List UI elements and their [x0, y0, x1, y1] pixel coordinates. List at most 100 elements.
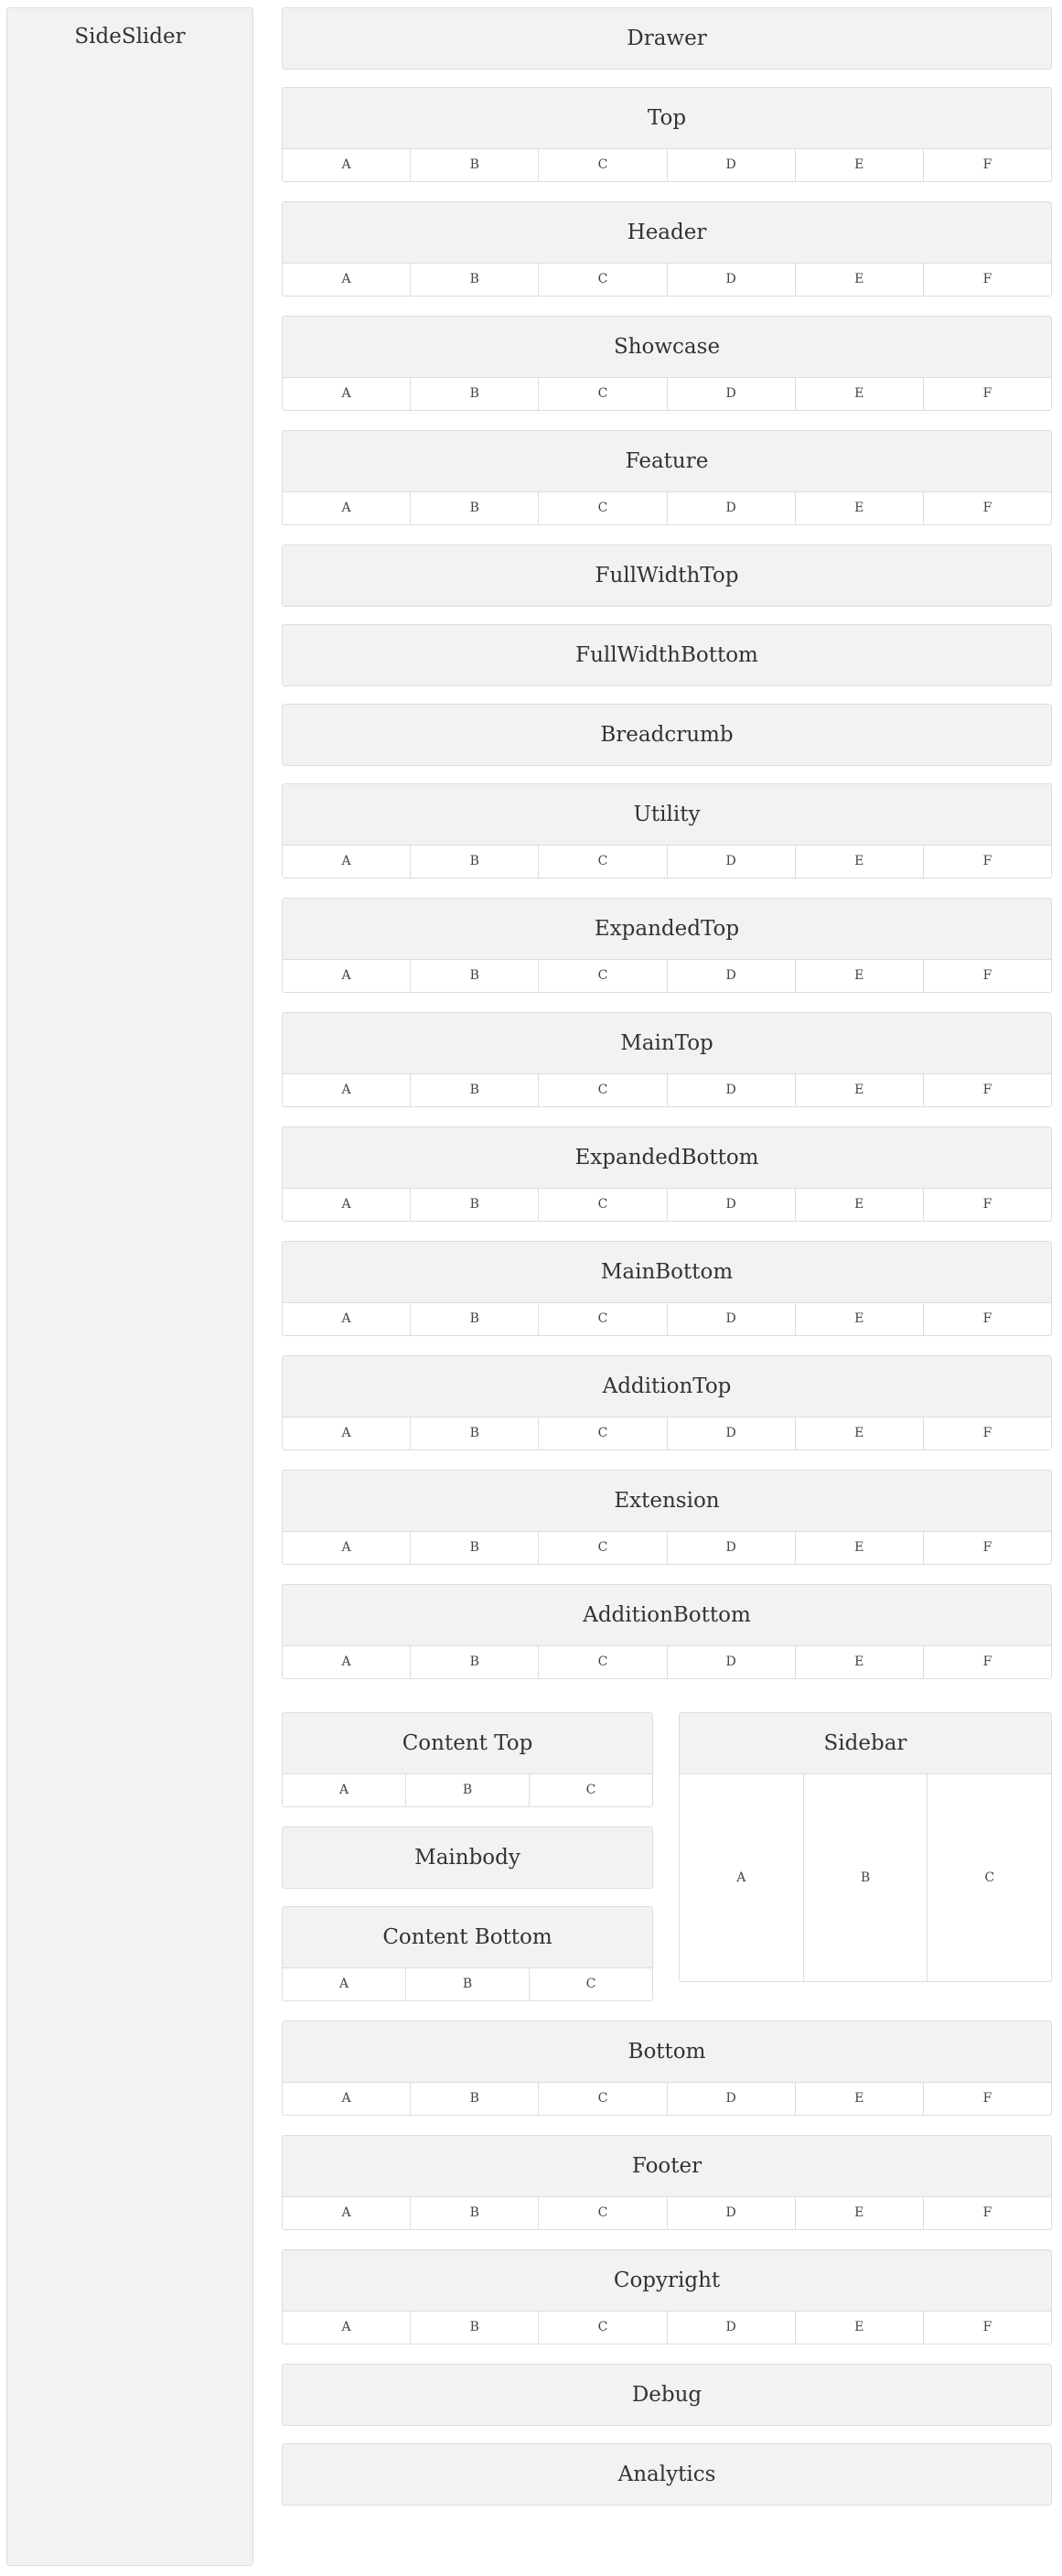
- bottom-sections: Bottom A B C D E F Footer A B C D E F Copyright A B C D E F D…: [282, 2021, 1052, 2506]
- position-extension: Extension A B C D E F: [282, 1470, 1052, 1565]
- content-row: Content Top A B C Mainbody Content Bottom A B C …: [282, 1712, 1052, 2001]
- position-expandedtop: ExpandedTop A B C D E F: [282, 898, 1052, 993]
- cell-expandedbottom-b: B: [410, 1189, 538, 1221]
- top-sections: Drawer Top A B C D E F Header A B C D E F Showcase A B C D E…: [282, 7, 1052, 1679]
- cell-feature-f: F: [922, 492, 1051, 524]
- cell-copyright-b: B: [410, 2312, 538, 2344]
- cell-extension-d: D: [666, 1532, 795, 1564]
- position-bottom: Bottom A B C D E F: [282, 2021, 1052, 2116]
- cell-extension-b: B: [410, 1532, 538, 1564]
- cell-row-additionbottom: A BCDEF: [283, 1646, 1051, 1678]
- cell-expandedbottom-e: E: [794, 1189, 923, 1221]
- cell-row-bottom: A BCDEF: [283, 2083, 1051, 2115]
- cell-utility-d: D: [666, 846, 795, 878]
- position-title-mainbody: Mainbody: [283, 1827, 652, 1888]
- cell-footer-a: A: [341, 2205, 351, 2220]
- cell-top-b: B: [410, 149, 538, 181]
- cell-showcase-e: E: [794, 378, 923, 410]
- cell-additiontop-b: B: [410, 1417, 538, 1450]
- position-sidebar: Sidebar A B C: [679, 1712, 1052, 1982]
- cell-row-feature: A BCDEF: [283, 492, 1051, 524]
- cell-extension-f: F: [922, 1532, 1051, 1564]
- cell-row-extension: A BCDEF: [283, 1532, 1051, 1564]
- cell-header-b: B: [410, 264, 538, 296]
- cell-additionbottom-e: E: [794, 1646, 923, 1678]
- position-content-bottom: Content Bottom A B C: [282, 1906, 653, 2001]
- cell-extension-e: E: [794, 1532, 923, 1564]
- cell-feature-d: D: [666, 492, 795, 524]
- cell-additionbottom-a: A: [341, 1654, 351, 1669]
- cell-bottom-d: D: [666, 2083, 795, 2115]
- cell-row-mainbottom: A BCDEF: [283, 1303, 1051, 1335]
- position-header: Header A B C D E F: [282, 201, 1052, 296]
- cell-mainbottom-c: C: [538, 1303, 666, 1335]
- position-title-analytics: Analytics: [283, 2444, 1051, 2505]
- position-title-expandedtop: ExpandedTop: [283, 899, 1051, 960]
- cell-mainbottom-e: E: [794, 1303, 923, 1335]
- cell-expandedtop-f: F: [922, 960, 1051, 992]
- cell-mainbottom-f: F: [922, 1303, 1051, 1335]
- sideslider-title: SideSlider: [74, 25, 186, 49]
- position-maintop: MainTop A B C D E F: [282, 1012, 1052, 1107]
- cell-header-c: C: [538, 264, 666, 296]
- position-title-fullwidthtop: FullWidthTop: [283, 545, 1051, 606]
- cell-expandedbottom-a: A: [341, 1197, 351, 1212]
- position-showcase: Showcase A B C D E F: [282, 316, 1052, 411]
- position-title-fullwidthbottom: FullWidthBottom: [283, 625, 1051, 685]
- cell-maintop-f: F: [922, 1074, 1051, 1106]
- cell-row-utility: A BCDEF: [283, 846, 1051, 878]
- position-mainbottom: MainBottom A B C D E F: [282, 1241, 1052, 1336]
- position-fullwidthbottom: FullWidthBottom: [282, 624, 1052, 686]
- cell-header-e: E: [794, 264, 923, 296]
- cell-row-showcase: A BCDEF: [283, 378, 1051, 410]
- cell-bottom-c: C: [538, 2083, 666, 2115]
- position-utility: Utility A B C D E F: [282, 783, 1052, 878]
- cell-mainbottom-d: D: [666, 1303, 795, 1335]
- cell-top-d: D: [666, 149, 795, 181]
- cell-maintop-e: E: [794, 1074, 923, 1106]
- cell-row-copyright: A BCDEF: [283, 2312, 1051, 2344]
- cell-feature-c: C: [538, 492, 666, 524]
- position-feature: Feature A B C D E F: [282, 430, 1052, 525]
- cell-utility-b: B: [410, 846, 538, 878]
- position-additionbottom: AdditionBottom A B C D E F: [282, 1584, 1052, 1679]
- cell-sidebar-a: A: [736, 1870, 746, 1885]
- cell-footer-e: E: [794, 2197, 923, 2229]
- cell-expandedbottom-d: D: [666, 1189, 795, 1221]
- cell-extension-c: C: [538, 1532, 666, 1564]
- cell-showcase-c: C: [538, 378, 666, 410]
- position-title-footer: Footer: [283, 2136, 1051, 2197]
- cell-additiontop-e: E: [794, 1417, 923, 1450]
- cell-row-content-bottom: A BC: [283, 1968, 652, 2000]
- cell-additiontop-c: C: [538, 1417, 666, 1450]
- cell-feature-e: E: [794, 492, 923, 524]
- cell-row-top: A BCDEF: [283, 149, 1051, 181]
- cell-expandedtop-c: C: [538, 960, 666, 992]
- cell-expandedtop-b: B: [410, 960, 538, 992]
- position-drawer: Drawer: [282, 7, 1052, 70]
- cell-maintop-a: A: [341, 1083, 351, 1097]
- cell-maintop-d: D: [666, 1074, 795, 1106]
- cell-copyright-d: D: [666, 2312, 795, 2344]
- cell-maintop-c: C: [538, 1074, 666, 1106]
- cell-utility-c: C: [538, 846, 666, 878]
- position-debug: Debug: [282, 2364, 1052, 2426]
- cell-additionbottom-d: D: [666, 1646, 795, 1678]
- cell-content-top-a: A: [338, 1783, 349, 1797]
- position-title-top: Top: [283, 88, 1051, 149]
- cell-content-bottom-c: C: [529, 1968, 652, 2000]
- position-title-content-top: Content Top: [283, 1713, 652, 1774]
- cell-bottom-a: A: [341, 2091, 351, 2106]
- cell-expandedtop-e: E: [794, 960, 923, 992]
- position-title-utility: Utility: [283, 784, 1051, 846]
- cell-top-f: F: [922, 149, 1051, 181]
- position-expandedbottom: ExpandedBottom A B C D E F: [282, 1126, 1052, 1222]
- cell-feature-b: B: [410, 492, 538, 524]
- main-column: Drawer Top A B C D E F Header A B C D E F Showcase A B C D E…: [282, 7, 1052, 2506]
- cell-content-top-c: C: [529, 1774, 652, 1806]
- cell-copyright-f: F: [922, 2312, 1051, 2344]
- cell-top-e: E: [794, 149, 923, 181]
- cell-mainbottom-a: A: [341, 1311, 351, 1326]
- cell-row-maintop: A BCDEF: [283, 1074, 1051, 1106]
- cell-footer-b: B: [410, 2197, 538, 2229]
